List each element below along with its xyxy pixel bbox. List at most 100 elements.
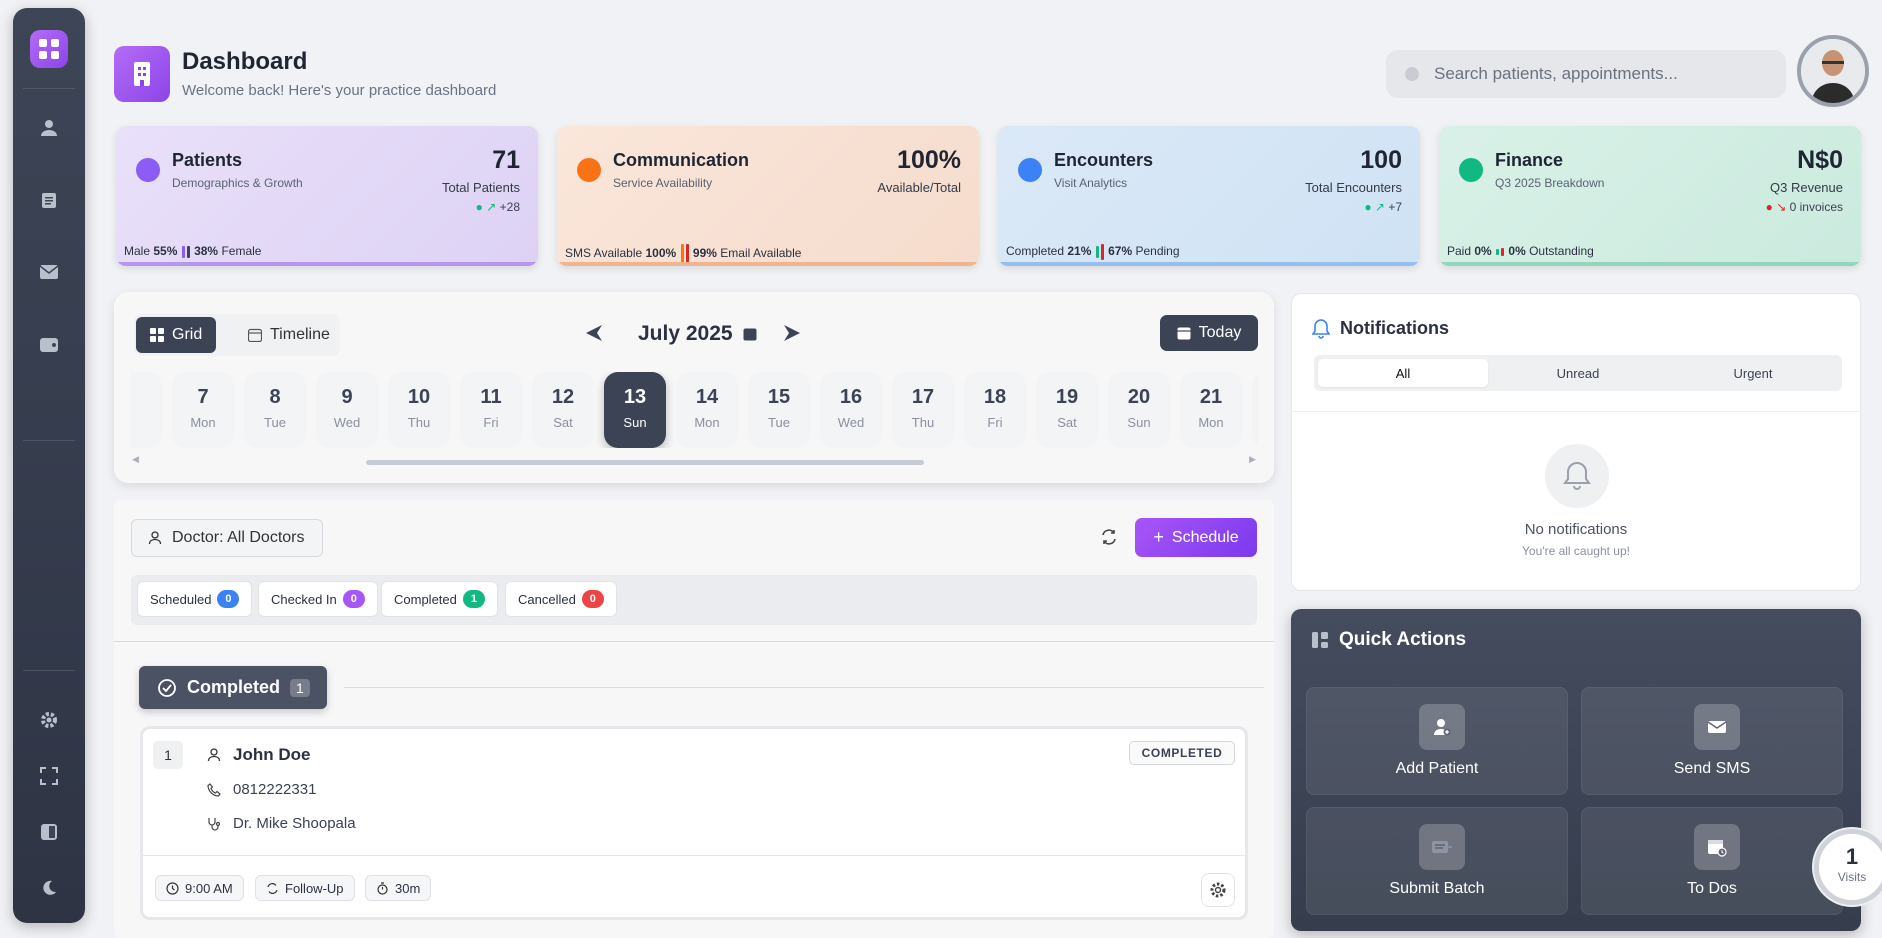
mail-icon — [39, 265, 59, 279]
card-value-label: Q3 Revenue — [1770, 180, 1843, 195]
day-cell[interactable]: 19 Sat — [1036, 372, 1098, 448]
communication-stat-card[interactable]: Communication Service Availability 100% … — [557, 126, 979, 266]
refresh-button[interactable] — [1100, 528, 1120, 548]
add-patient-label: Add Patient — [1395, 760, 1479, 777]
add-patient-button[interactable]: Add Patient — [1306, 687, 1568, 795]
status-chip-scheduled[interactable]: Scheduled 0 — [137, 581, 253, 617]
finance-dot-icon — [1459, 158, 1483, 182]
search-bar[interactable] — [1386, 50, 1786, 98]
visits-counter[interactable]: 1 Visits — [1814, 829, 1882, 905]
foot-b-label: Email Available — [720, 246, 802, 261]
day-number: 15 — [767, 386, 791, 408]
card-footer: Paid 0% 0% Outstanding — [1447, 244, 1594, 258]
completed-section-header[interactable]: Completed 1 — [139, 666, 327, 709]
day-cell[interactable]: 11 Fri — [460, 372, 522, 448]
foot-a-label: Paid — [1447, 244, 1472, 258]
calendar-icon — [743, 328, 757, 341]
encounters-stat-card[interactable]: Encounters Visit Analytics 100 Total Enc… — [998, 126, 1420, 266]
card-value-label: Total Encounters — [1305, 180, 1402, 195]
empty-title: No notifications — [1524, 521, 1628, 538]
app-logo-button[interactable] — [30, 30, 68, 68]
submit-batch-button[interactable]: Submit Batch — [1306, 807, 1568, 915]
appointment-card[interactable]: 1 John Doe 0812222331 Dr. Mike Shoopala … — [140, 726, 1248, 920]
batch-icon — [1419, 824, 1465, 870]
tab-all[interactable]: All — [1318, 359, 1488, 387]
day-weekday: Fri — [987, 415, 1003, 430]
phone-icon — [207, 782, 221, 797]
day-cell[interactable] — [130, 372, 162, 448]
day-cell[interactable]: 7 Mon — [172, 372, 234, 448]
duration-tag: 30m — [365, 875, 432, 901]
patient-name-row: John Doe — [207, 745, 310, 765]
appointment-settings-button[interactable] — [1201, 873, 1235, 907]
sidebar-divider — [23, 670, 75, 671]
foot-b-value: 0% — [1508, 244, 1526, 258]
day-cell[interactable]: 16 Wed — [820, 372, 882, 448]
day-cell[interactable]: 10 Thu — [388, 372, 450, 448]
day-strip-scrollbar[interactable]: ◀ ▶ — [132, 454, 1256, 466]
day-cell[interactable]: 21 Mon — [1180, 372, 1242, 448]
grid-view-button[interactable]: Grid — [136, 317, 217, 353]
schedule-button[interactable]: + Schedule — [1135, 518, 1257, 557]
sidebar-item-fullscreen[interactable] — [39, 766, 59, 786]
day-cell[interactable]: 20 Sun — [1108, 372, 1170, 448]
day-cell[interactable]: 8 Tue — [244, 372, 306, 448]
sidebar-item-layout[interactable] — [39, 822, 59, 842]
day-cell[interactable] — [1252, 372, 1258, 448]
sms-bar — [680, 244, 684, 264]
appointment-index: 1 — [153, 741, 183, 769]
scroll-thumb[interactable] — [366, 460, 924, 465]
sidebar-item-records[interactable] — [39, 190, 59, 210]
timeline-view-button[interactable]: Timeline — [234, 317, 344, 353]
day-cell[interactable]: 18 Fri — [964, 372, 1026, 448]
scroll-left-icon[interactable]: ◀ — [132, 454, 139, 465]
day-number: 13 — [623, 386, 647, 408]
avatar[interactable] — [1797, 35, 1869, 107]
foot-a-label: SMS Available — [565, 246, 643, 261]
sidebar-toggle-icon — [41, 824, 57, 840]
patients-stat-card[interactable]: Patients Demographics & Growth 71 Total … — [116, 126, 538, 266]
day-cell[interactable]: 13 Sun — [604, 372, 666, 448]
submit-batch-label: Submit Batch — [1389, 880, 1485, 897]
sidebar-item-patients[interactable] — [39, 118, 59, 138]
bell-icon — [1311, 319, 1331, 344]
calendar-icon — [1177, 327, 1191, 340]
grid-view-label: Grid — [172, 326, 203, 343]
doctor-filter-button[interactable]: Doctor: All Doctors — [131, 519, 323, 557]
card-footer: SMS Available 100% 99% Email Available — [565, 244, 801, 264]
encounters-dot-icon — [1018, 158, 1042, 182]
tab-unread[interactable]: Unread — [1493, 359, 1663, 387]
sidebar-item-settings[interactable] — [39, 710, 59, 730]
next-month-button[interactable] — [782, 322, 802, 348]
day-cell[interactable]: 15 Tue — [748, 372, 810, 448]
search-input[interactable] — [1434, 64, 1764, 84]
clock-icon — [166, 881, 179, 895]
sidebar-divider — [23, 440, 75, 441]
section-divider — [344, 687, 1264, 688]
chip-label: Scheduled — [150, 591, 212, 607]
day-cell[interactable]: 12 Sat — [532, 372, 594, 448]
card-footer: Male 55% 38% Female — [124, 244, 261, 258]
sidebar-item-billing[interactable] — [39, 334, 59, 354]
finance-stat-card[interactable]: Finance Q3 2025 Breakdown N$0 Q3 Revenue… — [1439, 126, 1861, 266]
status-chip-cancelled[interactable]: Cancelled 0 — [505, 581, 617, 617]
today-button[interactable]: Today — [1160, 315, 1258, 351]
card-value: 71 — [492, 146, 520, 174]
day-cell[interactable]: 17 Thu — [892, 372, 954, 448]
foot-b-label: Female — [221, 244, 262, 258]
status-chip-checked-in[interactable]: Checked In 0 — [258, 581, 378, 617]
dashboard-logo — [114, 46, 170, 102]
foot-b-value: 67% — [1108, 244, 1133, 259]
status-chip-completed[interactable]: Completed 1 — [381, 581, 498, 617]
tab-urgent[interactable]: Urgent — [1668, 359, 1838, 387]
sidebar-item-messages[interactable] — [39, 262, 59, 282]
to-dos-button[interactable]: To Dos — [1581, 807, 1843, 915]
send-sms-button[interactable]: Send SMS — [1581, 687, 1843, 795]
day-cell[interactable]: 14 Mon — [676, 372, 738, 448]
patient-name[interactable]: John Doe — [233, 745, 310, 765]
prev-month-button[interactable] — [584, 322, 604, 348]
month-label[interactable]: July 2025 — [638, 322, 757, 346]
sidebar-item-theme[interactable] — [39, 878, 59, 898]
scroll-right-icon[interactable]: ▶ — [1249, 454, 1256, 465]
day-cell[interactable]: 9 Wed — [316, 372, 378, 448]
